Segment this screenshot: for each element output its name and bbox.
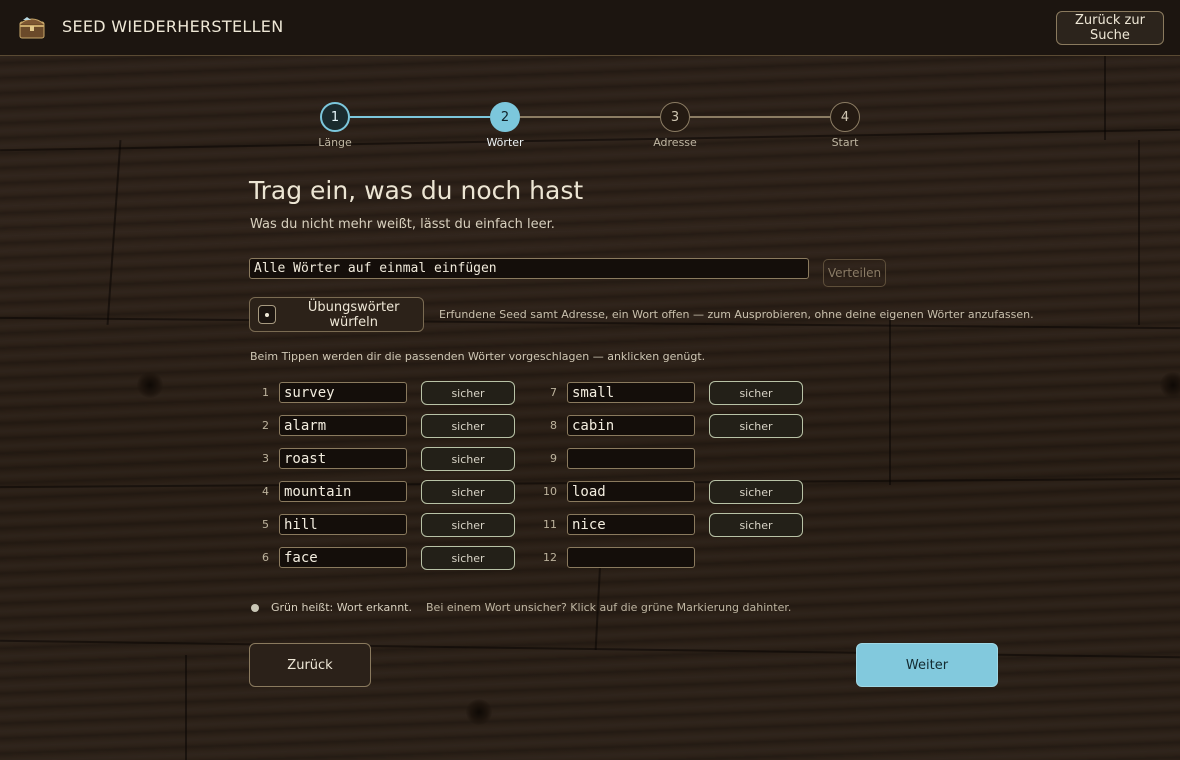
wood-knot: [466, 699, 492, 725]
word-sure-toggle[interactable]: sicher: [421, 414, 515, 438]
page-subtitle: Was du nicht mehr weißt, lässt du einfac…: [250, 217, 555, 232]
word-number: 6: [262, 551, 269, 564]
word-input[interactable]: [279, 382, 407, 403]
back-to-search-button[interactable]: Zurück zur Suche: [1056, 11, 1164, 45]
practice-words-label: Übungswörter würfeln: [307, 299, 400, 330]
next-button[interactable]: Weiter: [856, 643, 998, 687]
word-sure-toggle[interactable]: sicher: [421, 447, 515, 471]
word-number: 12: [543, 551, 557, 564]
step-label: Adresse: [653, 136, 697, 149]
wood-knot: [137, 372, 163, 398]
practice-words-button[interactable]: Übungswörter würfeln: [249, 297, 424, 332]
treasure-chest-icon: [18, 14, 46, 40]
step-label: Länge: [318, 136, 352, 149]
word-input[interactable]: [567, 481, 695, 502]
step-number: 4: [830, 102, 860, 132]
wood-seam: [1104, 56, 1106, 140]
back-button[interactable]: Zurück: [249, 643, 371, 687]
word-number: 2: [262, 419, 269, 432]
word-sure-toggle[interactable]: sicher: [709, 414, 803, 438]
word-input[interactable]: [279, 481, 407, 502]
word-input[interactable]: [567, 547, 695, 568]
recognized-dot-icon: [251, 604, 259, 612]
distribute-button[interactable]: Verteilen: [823, 259, 886, 287]
word-number: 5: [262, 518, 269, 531]
wood-seam: [185, 655, 187, 760]
step-number: 1: [320, 102, 350, 132]
word-sure-toggle[interactable]: sicher: [421, 480, 515, 504]
word-number: 10: [543, 485, 557, 498]
word-number: 7: [550, 386, 557, 399]
dice-icon: [258, 305, 277, 324]
word-input[interactable]: [279, 514, 407, 535]
legend-recognized: Grün heißt: Wort erkannt.: [271, 601, 412, 614]
app-title: SEED WIEDERHERSTELLEN: [62, 17, 284, 36]
word-input[interactable]: [567, 382, 695, 403]
step-start: 4 Start: [805, 102, 885, 149]
word-sure-toggle[interactable]: sicher: [421, 381, 515, 405]
wood-seam: [0, 128, 1180, 152]
word-sure-toggle[interactable]: sicher: [709, 381, 803, 405]
step-length[interactable]: 1 Länge: [295, 102, 375, 149]
step-number: 3: [660, 102, 690, 132]
legend-hint: Bei einem Wort unsicher? Klick auf die g…: [426, 601, 792, 614]
word-number: 1: [262, 386, 269, 399]
wood-knot: [1160, 372, 1180, 398]
word-number: 8: [550, 419, 557, 432]
word-input[interactable]: [279, 547, 407, 568]
autocomplete-hint: Beim Tippen werden dir die passenden Wör…: [250, 350, 706, 363]
word-input[interactable]: [567, 448, 695, 469]
step-label: Wörter: [486, 136, 524, 149]
step-label: Start: [831, 136, 859, 149]
word-sure-toggle[interactable]: sicher: [709, 480, 803, 504]
top-bar: SEED WIEDERHERSTELLEN Zurück zur Suche: [0, 0, 1180, 56]
word-sure-toggle[interactable]: sicher: [421, 513, 515, 537]
step-address: 3 Adresse: [635, 102, 715, 149]
wood-seam: [889, 320, 891, 485]
word-number: 4: [262, 485, 269, 498]
wood-seam: [106, 140, 122, 325]
word-sure-toggle[interactable]: sicher: [421, 546, 515, 570]
word-number: 11: [543, 518, 557, 531]
page-title: Trag ein, was du noch hast: [249, 176, 584, 205]
step-number: 2: [490, 102, 520, 132]
word-input[interactable]: [567, 415, 695, 436]
practice-words-note: Erfundene Seed samt Adresse, ein Wort of…: [439, 308, 1034, 321]
word-input[interactable]: [567, 514, 695, 535]
word-number: 3: [262, 452, 269, 465]
wood-seam: [0, 639, 1180, 659]
word-sure-toggle[interactable]: sicher: [709, 513, 803, 537]
step-words[interactable]: 2 Wörter: [465, 102, 545, 149]
word-number: 9: [550, 452, 557, 465]
word-input[interactable]: [279, 415, 407, 436]
paste-all-input[interactable]: [249, 258, 809, 279]
word-input[interactable]: [279, 448, 407, 469]
wood-seam: [1138, 140, 1140, 325]
